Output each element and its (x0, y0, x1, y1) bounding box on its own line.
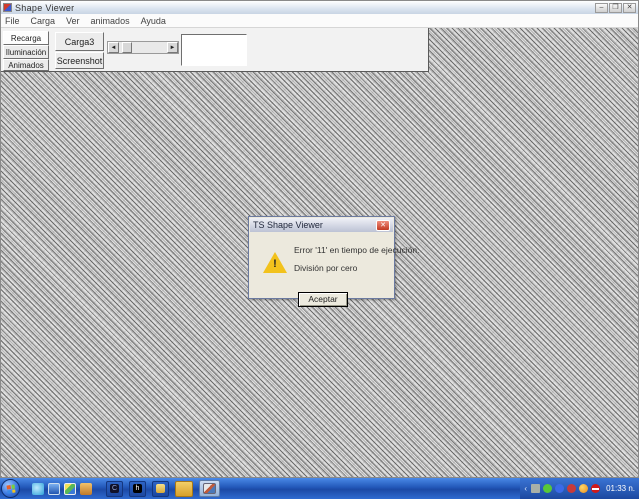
task1-app-icon: C (110, 484, 119, 493)
scrollbar-thumb[interactable] (122, 42, 132, 53)
menu-ayuda[interactable]: Ayuda (141, 16, 166, 26)
dialog-title: TS Shape Viewer (253, 220, 323, 230)
menu-bar: File Carga Ver animados Ayuda (1, 14, 638, 28)
window-title: Shape Viewer (15, 3, 74, 13)
error-message-line2: División por cero (294, 263, 357, 273)
carga3-button[interactable]: Carga3 (55, 32, 104, 51)
antivirus-icon[interactable] (579, 484, 588, 493)
task-button-4[interactable] (175, 481, 193, 497)
shape-listbox[interactable] (181, 34, 247, 66)
no-entry-icon[interactable] (591, 484, 600, 493)
task-button-active-shape-viewer[interactable] (199, 480, 220, 497)
dialog-body: ! Error '11' en tiempo de ejecución: Div… (250, 232, 393, 297)
recarga-button[interactable]: Recarga (3, 31, 49, 45)
system-tray: ‹ 01:33 n. (520, 478, 639, 499)
error-message-line1: Error '11' en tiempo de ejecución: (294, 245, 419, 255)
horizontal-scrollbar[interactable]: ◄ ► (107, 41, 179, 54)
update-icon[interactable] (543, 484, 552, 493)
browser-icon[interactable] (32, 483, 44, 495)
messenger-icon[interactable] (555, 484, 564, 493)
animados-button[interactable]: Animados (3, 59, 49, 71)
shape-viewer-thumbnail (203, 483, 216, 494)
scroll-right-icon[interactable]: ► (167, 42, 178, 53)
task3-folder-icon (156, 484, 165, 493)
quick-launch-bar (32, 483, 92, 495)
warning-exclamation: ! (263, 258, 287, 270)
network-icon[interactable] (531, 484, 540, 493)
task2-app-icon: h (133, 484, 142, 493)
task-buttons: C h (106, 480, 220, 497)
iluminacion-button[interactable]: Iluminación (3, 45, 49, 59)
show-desktop-icon[interactable] (48, 483, 60, 495)
window-controls: – ❐ ✕ (595, 3, 636, 13)
aceptar-button[interactable]: Aceptar (298, 292, 348, 307)
tray-expand-icon[interactable]: ‹ (524, 484, 527, 493)
folder-icon[interactable] (80, 483, 92, 495)
taskbar: C h ‹ 01:33 n. (0, 478, 639, 499)
windows-logo-icon (6, 484, 15, 493)
error-dialog: TS Shape Viewer ✕ ! Error '11' en tiempo… (248, 216, 395, 299)
task-button-1[interactable]: C (106, 481, 123, 497)
toolbar-panel: Recarga Iluminación Animados Carga3 Scre… (1, 28, 429, 72)
menu-ver[interactable]: Ver (66, 16, 80, 26)
menu-animados[interactable]: animados (91, 16, 130, 26)
alert-icon[interactable] (567, 484, 576, 493)
minimize-icon[interactable]: – (595, 3, 608, 13)
dialog-titlebar[interactable]: TS Shape Viewer ✕ (250, 218, 393, 232)
desktop: Shape Viewer – ❐ ✕ File Carga Ver animad… (0, 0, 639, 499)
task-button-3[interactable] (152, 481, 169, 497)
start-button[interactable] (1, 479, 20, 498)
scroll-left-icon[interactable]: ◄ (108, 42, 119, 53)
task-button-2[interactable]: h (129, 481, 146, 497)
app-icon (3, 3, 12, 12)
screenshot-button[interactable]: Screenshot (55, 52, 104, 69)
taskbar-clock[interactable]: 01:33 n. (606, 484, 635, 493)
close-icon[interactable]: ✕ (623, 3, 636, 13)
menu-file[interactable]: File (5, 16, 20, 26)
warning-icon: ! (263, 252, 287, 273)
menu-carga[interactable]: Carga (31, 16, 56, 26)
window-titlebar[interactable]: Shape Viewer – ❐ ✕ (1, 1, 638, 14)
scrollbar-track[interactable] (119, 42, 167, 53)
restore-icon[interactable]: ❐ (609, 3, 622, 13)
photo-viewer-icon[interactable] (64, 483, 76, 495)
dialog-close-icon[interactable]: ✕ (376, 220, 390, 231)
